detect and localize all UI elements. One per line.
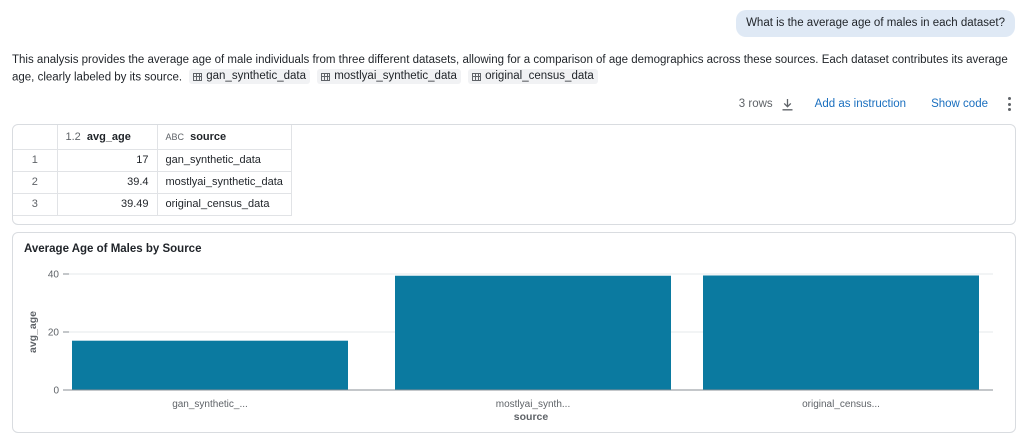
bar: [72, 340, 348, 390]
cell-source[interactable]: mostlyai_synthetic_data: [157, 171, 292, 194]
result-table: 1.2 avg_age ABC source 1 17 gan_syntheti…: [13, 125, 292, 216]
chart-card: Average Age of Males by Source 0 20 40 avg_…: [12, 232, 1016, 433]
user-question-bubble: What is the average age of males in each…: [736, 10, 1015, 37]
numeric-type-icon: 1.2: [65, 130, 81, 143]
cell-source[interactable]: gan_synthetic_data: [157, 149, 292, 172]
row-index: 2: [13, 171, 58, 194]
result-toolbar: 3 rows Add as instruction Show code: [739, 95, 1012, 113]
y-tick-label: 40: [48, 270, 60, 281]
show-code-button[interactable]: Show code: [931, 98, 988, 110]
row-index: 1: [13, 149, 58, 172]
table-row: 3 39.49 original_census_data: [13, 193, 292, 216]
table-header-row: 1.2 avg_age ABC source: [13, 125, 292, 150]
dataset-chip-mostlyai[interactable]: mostlyai_synthetic_data: [317, 69, 461, 84]
dataset-chip-label: original_census_data: [485, 70, 594, 82]
text-type-icon: ABC: [165, 131, 185, 142]
dataset-chip-gan[interactable]: gan_synthetic_data: [189, 69, 310, 84]
dataset-chip-original[interactable]: original_census_data: [468, 69, 598, 84]
index-column-header: [13, 125, 58, 150]
row-index: 3: [13, 193, 58, 216]
cell-avg-age[interactable]: 39.49: [57, 193, 158, 216]
row-count: 3 rows: [738, 98, 773, 110]
x-tick-label: gan_synthetic_...: [172, 399, 248, 410]
column-header-avg-age[interactable]: 1.2 avg_age: [57, 125, 158, 150]
table-row: 1 17 gan_synthetic_data: [13, 149, 292, 172]
y-tick-label: 0: [53, 386, 59, 397]
bar-chart: 0 20 40 avg_age gan_synthetic_... mostlyai_sy…: [27, 270, 993, 423]
table-icon: [321, 72, 331, 81]
table-icon: [472, 72, 482, 81]
y-tick-label: 20: [48, 328, 60, 339]
user-question-text: What is the average age of males in each…: [746, 17, 1005, 29]
dataset-chip-label: gan_synthetic_data: [206, 70, 306, 82]
column-header-source[interactable]: ABC source: [157, 125, 292, 150]
result-table-card: 1.2 avg_age ABC source 1 17 gan_syntheti…: [12, 124, 1016, 225]
bar: [395, 275, 671, 390]
more-vertical-icon[interactable]: [1006, 97, 1012, 111]
analysis-explanation: This analysis provides the average age o…: [12, 52, 1016, 87]
add-as-instruction-button[interactable]: Add as instruction: [815, 98, 906, 110]
column-name: source: [190, 130, 227, 143]
download-icon[interactable]: [781, 97, 795, 111]
x-tick-label: mostlyai_synth...: [496, 399, 570, 410]
x-axis-title: source: [514, 411, 549, 423]
column-name: avg_age: [86, 130, 131, 143]
dataset-chip-label: mostlyai_synthetic_data: [334, 70, 457, 82]
cell-avg-age[interactable]: 17: [57, 149, 158, 172]
cell-source[interactable]: original_census_data: [157, 193, 292, 216]
cell-avg-age[interactable]: 39.4: [57, 171, 158, 194]
y-axis-title: avg_age: [27, 311, 39, 353]
bar: [703, 275, 979, 390]
x-tick-label: original_census...: [802, 399, 880, 410]
table-row: 2 39.4 mostlyai_synthetic_data: [13, 171, 292, 194]
table-icon: [193, 72, 203, 81]
